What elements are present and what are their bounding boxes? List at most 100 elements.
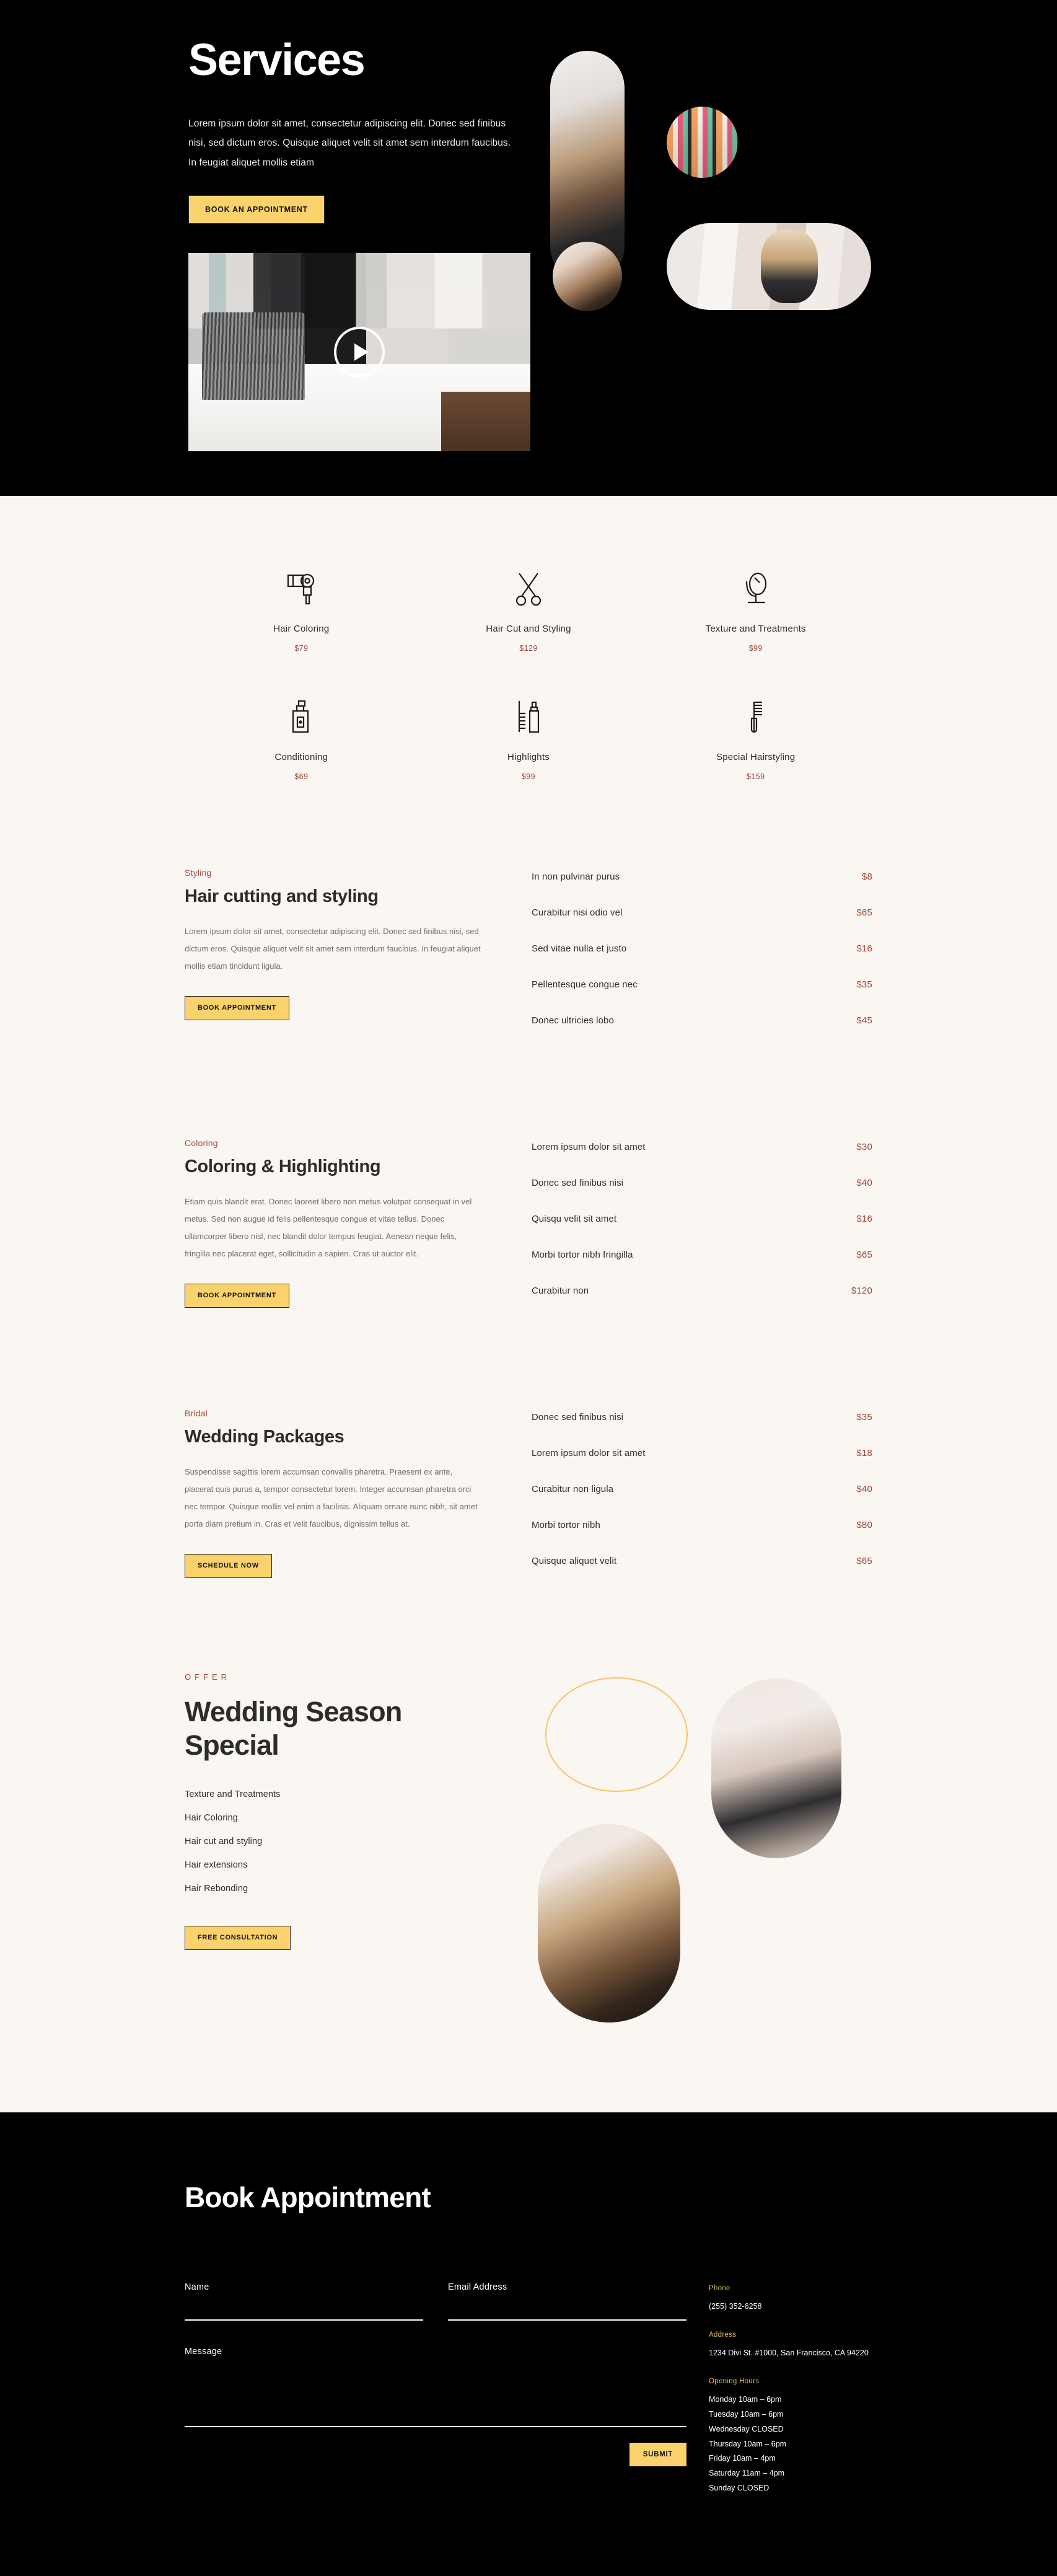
page-title: Services — [188, 35, 366, 85]
price-list-item: Morbi tortor nibh $80 — [532, 1520, 872, 1556]
section-body: Suspendisse sagittis lorem accumsan conv… — [185, 1467, 478, 1528]
service-card[interactable]: Conditioning $69 — [188, 699, 415, 781]
book-appointment-button[interactable]: BOOK APPOINTMENT — [185, 995, 289, 1020]
price-section-copy: Coloring Coloring & Highlighting Etiam q… — [185, 1138, 532, 1321]
service-price: $99 — [521, 772, 536, 781]
price-item-value: $80 — [856, 1520, 872, 1530]
service-price: $129 — [519, 644, 538, 653]
service-card[interactable]: Special Hairstyling $159 — [642, 699, 869, 781]
price-item-name: Morbi tortor nibh fringilla — [532, 1250, 633, 1260]
email-input[interactable] — [448, 2306, 686, 2321]
offer-images — [532, 1672, 841, 2044]
price-section-styling: Styling Hair cutting and styling Lorem i… — [185, 818, 872, 1051]
message-field-group: Message — [185, 2347, 686, 2430]
play-icon[interactable] — [334, 327, 385, 377]
price-item-name: Pellentesque congue nec — [532, 979, 638, 990]
service-card[interactable]: Hair Coloring $79 — [188, 570, 415, 653]
name-input[interactable] — [185, 2306, 423, 2321]
hair-dryer-icon — [188, 570, 415, 609]
price-item-name: Curabitur non — [532, 1286, 589, 1296]
section-title: Wedding Packages — [185, 1427, 344, 1447]
free-consultation-button[interactable]: FREE CONSULTATION — [185, 1926, 291, 1950]
section-eyebrow: Coloring — [185, 1138, 218, 1148]
price-list-item: Sed vitae nulla et justo $16 — [532, 943, 872, 979]
offer-service-list: Texture and Treatments Hair Coloring Hai… — [185, 1789, 501, 1907]
hours-row: Saturday 11am – 4pm — [709, 2469, 785, 2477]
salon-video-player[interactable] — [188, 253, 530, 451]
price-item-value: $35 — [856, 979, 872, 990]
submit-button[interactable]: SUBMIT — [629, 2443, 686, 2466]
hero-description: Lorem ipsum dolor sit amet, consectetur … — [188, 118, 511, 169]
price-item-name: In non pulvinar purus — [532, 871, 620, 882]
service-card[interactable]: Hair Cut and Styling $129 — [415, 570, 643, 653]
offer-copy: OFFER Wedding Season Special Texture and… — [185, 1672, 532, 2044]
service-price: $99 — [748, 644, 763, 653]
collage-image-products-circle — [667, 107, 738, 178]
price-list-item: Donec ultricies lobo $45 — [532, 1015, 872, 1051]
price-list-item: Curabitur non ligula $40 — [532, 1484, 872, 1520]
hours-row: Wednesday CLOSED — [709, 2424, 784, 2433]
opening-hours-list: Monday 10am – 6pm Tuesday 10am – 6pm Wed… — [709, 2393, 872, 2495]
offer-list-item: Hair Coloring — [185, 1813, 238, 1823]
price-item-value: $40 — [856, 1178, 872, 1188]
email-label: Email Address — [448, 2282, 507, 2292]
phone-label: Phone — [709, 2285, 730, 2292]
price-list-item: In non pulvinar purus $8 — [532, 871, 872, 907]
offer-image-salon-station — [711, 1678, 841, 1858]
price-item-value: $120 — [851, 1286, 872, 1296]
price-list-item: Lorem ipsum dolor sit amet $30 — [532, 1142, 872, 1178]
price-item-value: $16 — [856, 1214, 872, 1224]
offer-title: Wedding Season Special — [185, 1696, 402, 1761]
price-list-item: Morbi tortor nibh fringilla $65 — [532, 1250, 872, 1286]
schedule-now-button[interactable]: SCHEDULE NOW — [185, 1553, 272, 1578]
section-eyebrow: Bridal — [185, 1408, 208, 1418]
play-triangle-icon — [354, 343, 369, 361]
collage-image-salon-wide — [667, 223, 871, 310]
price-item-name: Lorem ipsum dolor sit amet — [532, 1448, 646, 1458]
comb-and-bottle-icon — [415, 699, 643, 737]
contact-info: Phone (255) 352-6258 Address 1234 Divi S… — [686, 2282, 872, 2496]
service-price: $159 — [746, 772, 765, 781]
price-item-name: Lorem ipsum dolor sit amet — [532, 1142, 646, 1152]
service-name: Texture and Treatments — [705, 624, 806, 634]
price-list-item: Quisqu velit sit amet $16 — [532, 1214, 872, 1250]
price-item-value: $18 — [856, 1448, 872, 1458]
hero-text-block: Services Lorem ipsum dolor sit amet, con… — [188, 37, 535, 224]
comb-icon — [642, 699, 869, 737]
service-icon-grid: Hair Coloring $79 Hair Cut and Styling $… — [188, 496, 869, 818]
book-appointment-section: Book Appointment Name Email Address Mess… — [0, 2112, 1057, 2570]
price-item-value: $65 — [856, 1250, 872, 1260]
service-name: Conditioning — [274, 752, 328, 762]
video-thumbnail-cabinet — [441, 392, 530, 451]
message-label: Message — [185, 2347, 222, 2357]
hours-row: Sunday CLOSED — [709, 2483, 770, 2492]
phone-value: (255) 352-6258 — [709, 2302, 762, 2311]
name-field-group: Name — [185, 2282, 423, 2321]
hours-row: Tuesday 10am – 6pm — [709, 2410, 784, 2419]
email-field-group: Email Address — [448, 2282, 686, 2321]
price-item-value: $40 — [856, 1484, 872, 1494]
offer-section: OFFER Wedding Season Special Texture and… — [185, 1592, 872, 2112]
name-label: Name — [185, 2282, 209, 2292]
section-title: Coloring & Highlighting — [185, 1157, 381, 1176]
price-section-copy: Styling Hair cutting and styling Lorem i… — [185, 868, 532, 1051]
price-item-name: Sed vitae nulla et justo — [532, 943, 627, 954]
price-item-value: $45 — [856, 1015, 872, 1026]
price-item-name: Morbi tortor nibh — [532, 1520, 600, 1530]
book-an-appointment-button[interactable]: BOOK AN APPOINTMENT — [188, 195, 325, 224]
price-list: Donec sed finibus nisi $35 Lorem ipsum d… — [532, 1408, 872, 1592]
book-appointment-button[interactable]: BOOK APPOINTMENT — [185, 1283, 289, 1308]
price-list-item: Curabitur nisi odio vel $65 — [532, 907, 872, 943]
section-title: Hair cutting and styling — [185, 886, 379, 906]
price-section-copy: Bridal Wedding Packages Suspendisse sagi… — [185, 1408, 532, 1592]
price-item-name: Quisqu velit sit amet — [532, 1214, 617, 1224]
service-name: Special Hairstyling — [716, 752, 796, 762]
hero-section: Services Lorem ipsum dolor sit amet, con… — [0, 0, 1057, 496]
hours-row: Monday 10am – 6pm — [709, 2395, 782, 2404]
spray-bottle-icon — [188, 699, 415, 737]
offer-list-item: Hair cut and styling — [185, 1837, 263, 1846]
service-card[interactable]: Highlights $99 — [415, 699, 643, 781]
message-input[interactable] — [185, 2370, 686, 2427]
price-section-bridal: Bridal Wedding Packages Suspendisse sagi… — [185, 1359, 872, 1592]
service-card[interactable]: Texture and Treatments $99 — [642, 570, 869, 653]
